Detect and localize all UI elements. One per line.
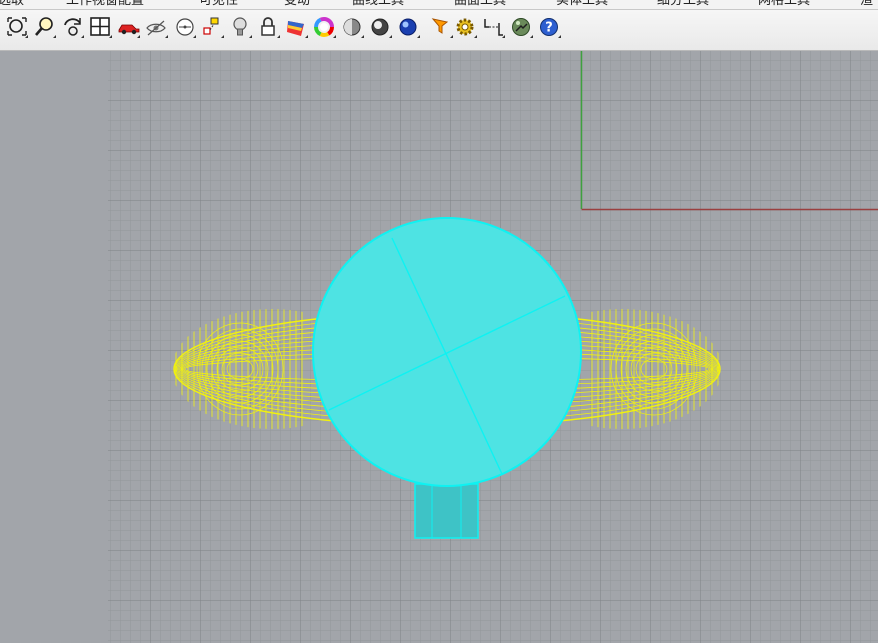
object-snap-icon[interactable] [201,15,225,41]
color-palette-icon[interactable] [285,15,309,41]
light-bulb-icon[interactable] [229,15,253,41]
dimension-icon[interactable] [482,15,506,41]
tab-select[interactable]: 选取 [0,0,24,8]
settings-gear-icon[interactable] [454,15,478,41]
ribbon-tab-row: 选取 工作视窗配置 可见性 变动 曲线工具 曲面工具 实体工具 细分工具 网格工… [0,0,878,10]
help-icon[interactable]: ? [538,15,562,41]
viewport[interactable] [108,51,878,643]
toolbar: ? [0,10,878,51]
tab-render[interactable]: 渲 [860,0,873,8]
tab-subd-tools[interactable]: 细分工具 [657,0,709,8]
zoom-window-icon[interactable] [33,15,57,41]
color-wheel-icon[interactable] [313,15,337,41]
render-icon[interactable] [510,15,534,41]
four-viewports-icon[interactable] [89,15,113,41]
svg-text:?: ? [545,21,553,36]
hide-object-icon[interactable] [145,15,169,41]
tab-visibility[interactable]: 可见性 [199,0,238,8]
lock-icon[interactable] [257,15,281,41]
cplane-icon[interactable] [173,15,197,41]
car-icon[interactable] [117,15,141,41]
sphere[interactable] [312,217,582,487]
tab-viewport-layout[interactable]: 工作视窗配置 [66,0,144,8]
rotate-view-icon[interactable] [61,15,85,41]
tab-mesh-tools[interactable]: 网格工具 [758,0,810,8]
left-panel [0,51,108,643]
select-filter-icon[interactable] [430,15,454,41]
tab-solid-tools[interactable]: 实体工具 [556,0,608,8]
sphere-shaded-icon[interactable] [369,15,393,41]
cylinder[interactable] [414,483,479,539]
zoom-extents-icon[interactable] [5,15,29,41]
sphere-blue-icon[interactable] [397,15,421,41]
tab-curve-tools[interactable]: 曲线工具 [352,0,404,8]
tab-surface-tools[interactable]: 曲面工具 [454,0,506,8]
tab-transform[interactable]: 变动 [284,0,310,8]
sphere-gray-icon[interactable] [341,15,365,41]
